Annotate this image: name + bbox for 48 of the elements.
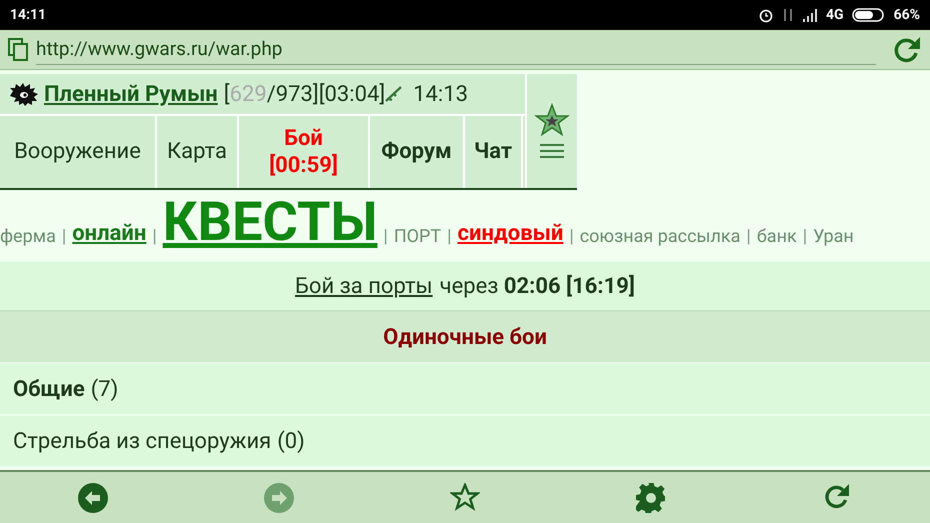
separator: | — [569, 225, 574, 249]
settings-icon[interactable] — [636, 482, 666, 512]
server-time: 14:13 — [413, 80, 468, 108]
reload-icon[interactable] — [892, 36, 922, 64]
separator: | — [383, 225, 388, 249]
nav-link[interactable]: онлайн — [72, 217, 146, 250]
nav-link[interactable]: банк — [756, 223, 797, 250]
star-icon[interactable] — [450, 482, 480, 512]
data-transfer-icon — [782, 7, 794, 23]
category-count: (7) — [90, 376, 118, 404]
nav-link[interactable]: КВЕСТЫ — [162, 196, 378, 250]
category-count: (0) — [277, 428, 305, 456]
copy-icon[interactable] — [8, 38, 30, 62]
alarm-icon — [758, 7, 774, 23]
separator: | — [746, 225, 751, 249]
hedgehog-icon — [8, 82, 40, 106]
nav-link[interactable]: ПОРТ — [394, 223, 442, 250]
nav-tab[interactable]: Карта — [157, 116, 239, 188]
signal-icon — [802, 8, 818, 22]
player-link[interactable]: Пленный Румын — [44, 78, 218, 110]
network-label: 4G — [826, 6, 844, 24]
nav-link[interactable]: ферма — [0, 223, 56, 250]
separator: | — [802, 225, 808, 249]
stats-text: /973][03:04] — [266, 80, 386, 108]
nav-link[interactable]: синдовый — [458, 217, 564, 250]
battery-percent: 66% — [894, 6, 920, 24]
stats-text: [ — [224, 80, 230, 108]
category-label[interactable]: Стрельба из спецоружия — [13, 424, 272, 458]
nav-tab[interactable]: Чат — [465, 116, 523, 188]
back-icon[interactable] — [78, 482, 108, 512]
star-icon[interactable] — [534, 103, 570, 137]
separator: | — [447, 225, 452, 249]
nav-tab[interactable]: Форум — [370, 116, 465, 188]
nav-tab[interactable]: Вооружение — [0, 116, 157, 188]
nav-link[interactable]: союзная рассылка — [580, 223, 740, 250]
countdown-text: через 02:06 [16:19] — [440, 272, 635, 300]
port-battle-link[interactable]: Бой за порты — [295, 270, 433, 302]
separator: | — [62, 225, 66, 249]
status-time: 14:11 — [10, 6, 46, 24]
section-title: Одиночные бои — [383, 324, 547, 352]
category-label[interactable]: Общие — [13, 372, 85, 406]
menu-icon[interactable] — [539, 143, 565, 159]
nav-tab[interactable]: Бой [00:59] — [239, 116, 370, 188]
rifle-icon — [385, 85, 404, 103]
separator: | — [152, 225, 157, 249]
nav-link[interactable]: Уран — [813, 223, 854, 250]
hp-current: 629 — [230, 80, 267, 108]
battery-icon — [852, 7, 886, 23]
